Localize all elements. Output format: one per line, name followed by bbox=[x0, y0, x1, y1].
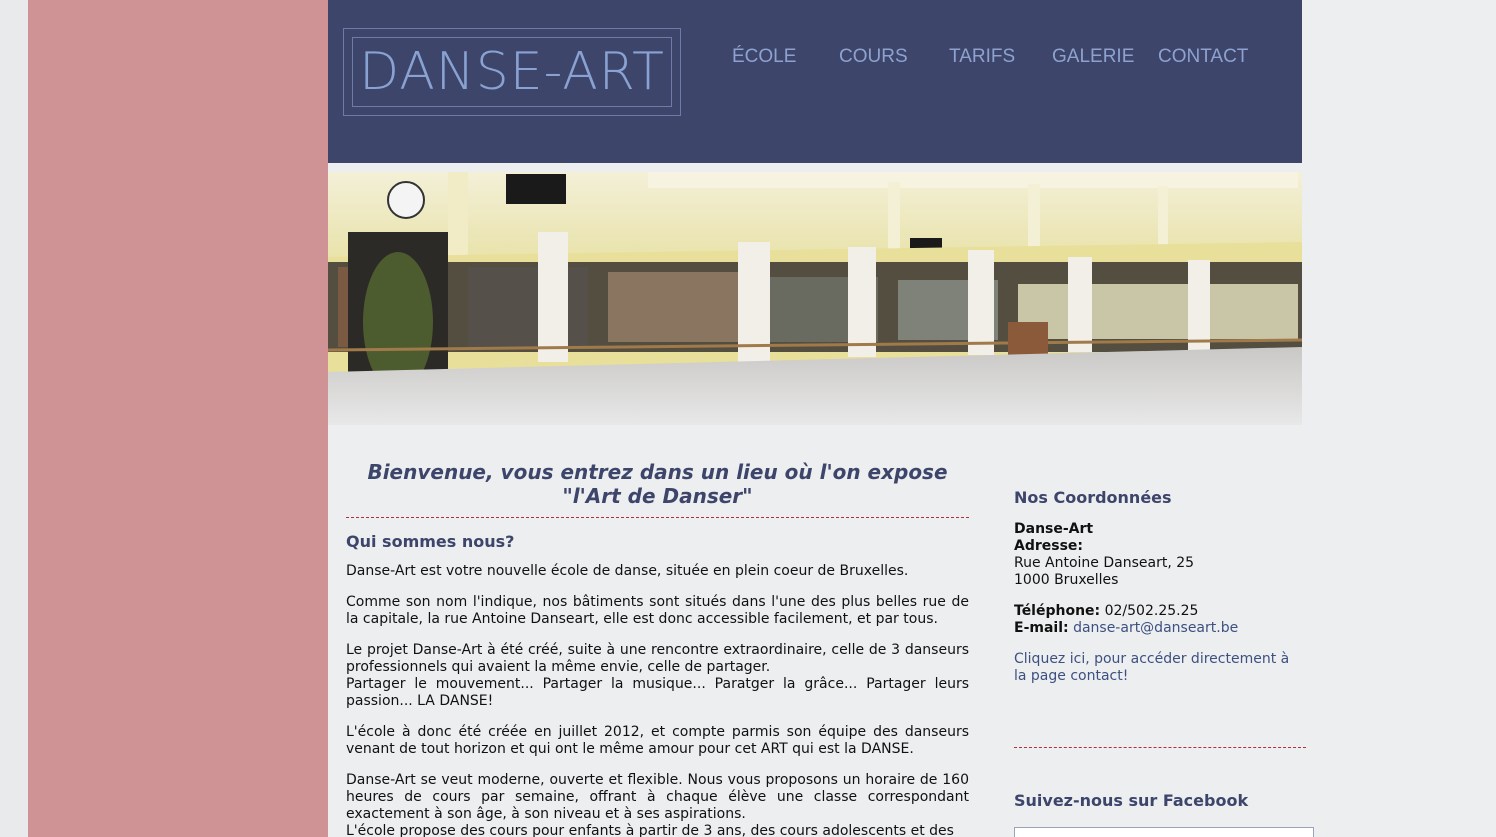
left-decorative-panel bbox=[28, 0, 328, 837]
sidebar-divider bbox=[1014, 747, 1306, 748]
about-paragraph-line: Partager le mouvement... Partager la mus… bbox=[346, 676, 969, 709]
about-paragraph: Danse-Art est votre nouvelle école de da… bbox=[346, 563, 909, 579]
about-paragraph: Le projet Danse-Art à été créé, suite à … bbox=[346, 642, 969, 710]
site-logo[interactable]: DANSE-ART bbox=[343, 28, 681, 116]
about-paragraph-line: L'école propose des cours pour enfants à… bbox=[346, 823, 954, 837]
main-content: Bienvenue, vous entrez dans un lieu où l… bbox=[346, 460, 969, 837]
email-link[interactable]: danse-art@danseart.be bbox=[1073, 620, 1238, 636]
welcome-line-2: "l'Art de Danser" bbox=[562, 484, 753, 508]
contact-sidebar: Nos Coordonnées Danse-Art Adresse: Rue A… bbox=[1014, 489, 1306, 809]
about-heading: Qui sommes nous? bbox=[346, 532, 515, 551]
address-city: 1000 Bruxelles bbox=[1014, 572, 1119, 588]
phone-line: Téléphone: 02/502.25.25 bbox=[1014, 603, 1306, 620]
logo-text: DANSE-ART bbox=[359, 42, 665, 102]
left-margin bbox=[0, 0, 28, 837]
phone-label: Téléphone: bbox=[1014, 603, 1101, 619]
facebook-heading: Suivez-nous sur Facebook bbox=[1014, 791, 1249, 810]
about-paragraph-line: Le projet Danse-Art à été créé, suite à … bbox=[346, 642, 969, 675]
hero-image-dance-studio bbox=[328, 172, 1302, 425]
address-label: Adresse: bbox=[1014, 538, 1084, 554]
business-name: Danse-Art bbox=[1014, 521, 1094, 537]
nav-contact[interactable]: CONTACT bbox=[1158, 46, 1248, 68]
nav-tarifs[interactable]: TARIFS bbox=[949, 46, 1015, 68]
contact-page-link[interactable]: Cliquez ici, pour accéder directement à … bbox=[1014, 651, 1306, 685]
email-line: E-mail: danse-art@danseart.be bbox=[1014, 620, 1306, 637]
about-paragraph: Comme son nom l'indique, nos bâtiments s… bbox=[346, 594, 969, 627]
phone-value: 02/502.25.25 bbox=[1104, 603, 1199, 619]
site-header: DANSE-ART ÉCOLE COURS TARIFS GALERIE CON… bbox=[328, 0, 1302, 163]
welcome-heading: Bienvenue, vous entrez dans un lieu où l… bbox=[346, 460, 969, 518]
about-paragraph: L'école à donc été créée en juillet 2012… bbox=[346, 724, 969, 757]
email-label: E-mail: bbox=[1014, 620, 1069, 636]
logo-frame: DANSE-ART bbox=[352, 37, 672, 107]
about-paragraph-line: Danse-Art se veut moderne, ouverte et fl… bbox=[346, 772, 969, 822]
welcome-line-1: Bienvenue, vous entrez dans un lieu où l… bbox=[367, 460, 948, 484]
nav-ecole[interactable]: ÉCOLE bbox=[732, 46, 796, 68]
facebook-widget[interactable] bbox=[1014, 827, 1314, 837]
coordinates-heading: Nos Coordonnées bbox=[1014, 488, 1172, 507]
nav-galerie[interactable]: GALERIE bbox=[1052, 46, 1134, 68]
dance-studio-photo bbox=[328, 172, 1302, 425]
about-paragraph: Danse-Art se veut moderne, ouverte et fl… bbox=[346, 772, 969, 837]
address-street: Rue Antoine Danseart, 25 bbox=[1014, 555, 1195, 571]
nav-cours[interactable]: COURS bbox=[839, 46, 908, 68]
